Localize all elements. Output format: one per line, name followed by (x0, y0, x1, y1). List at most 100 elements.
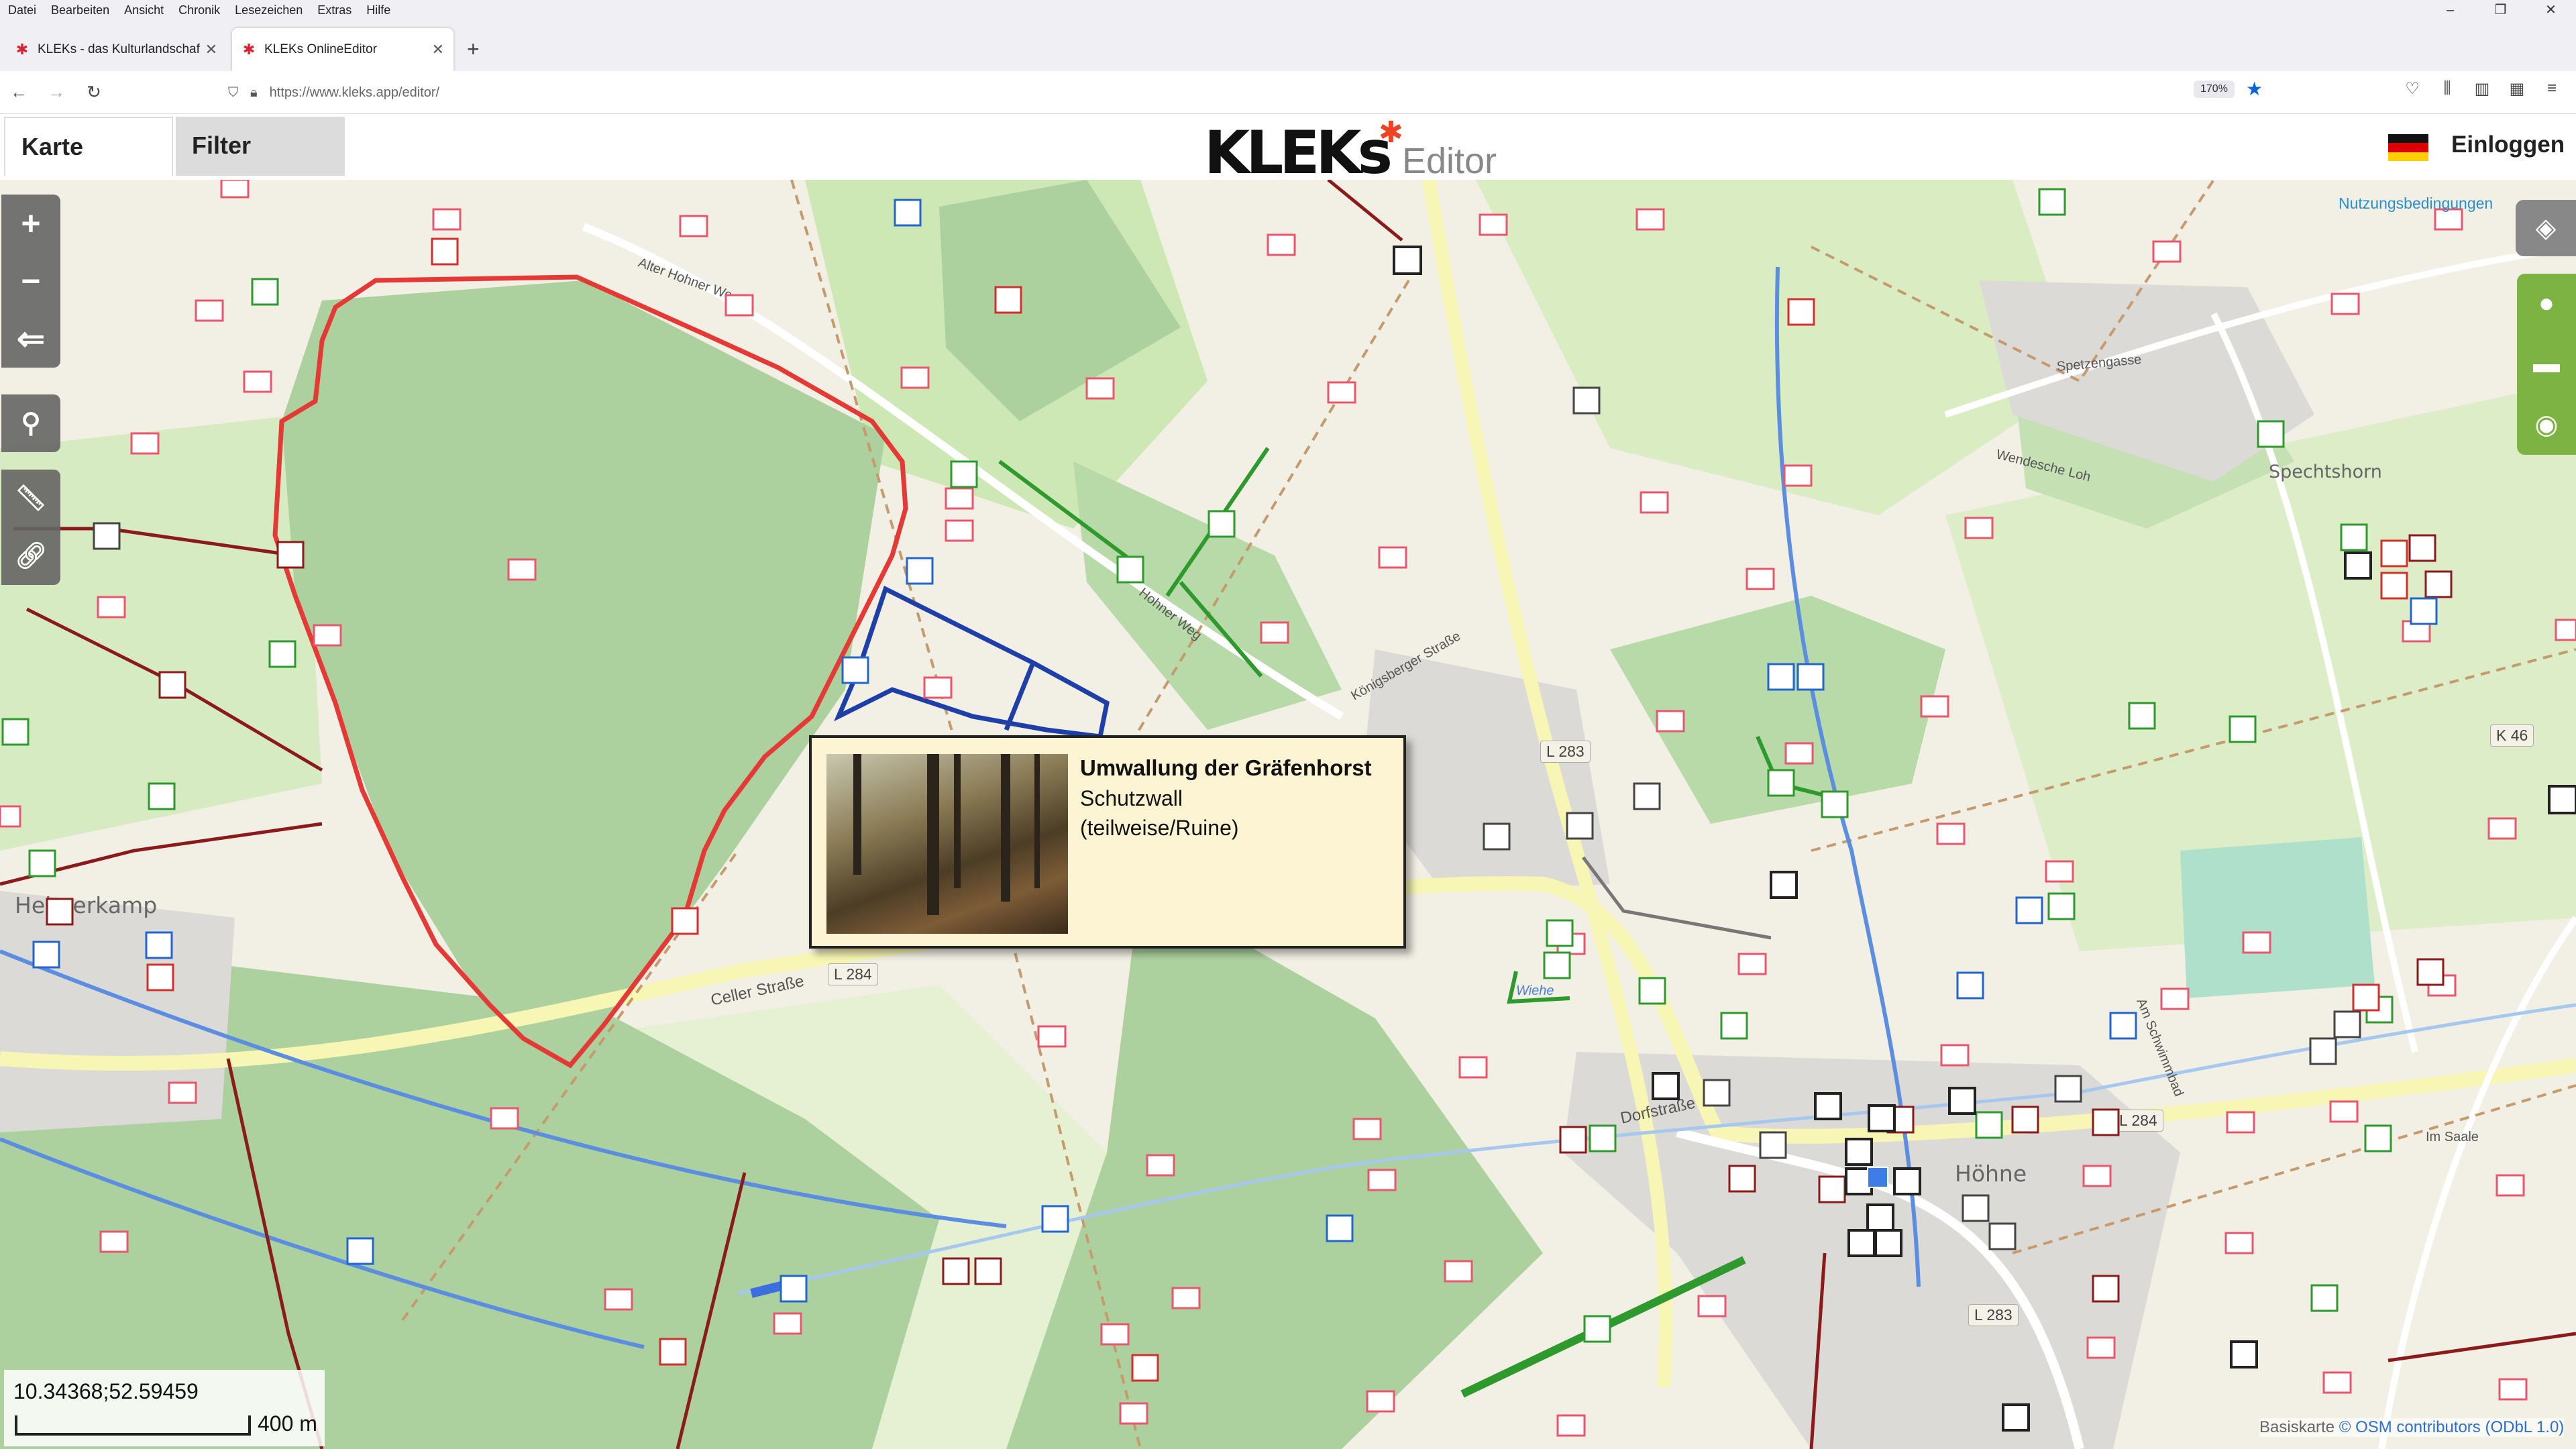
tree-marker (1583, 1315, 1611, 1343)
hamburger-menu-icon[interactable]: ≡ (2534, 79, 2569, 99)
shield-icon[interactable]: ⛉ (228, 85, 238, 101)
poi-marker (1640, 491, 1669, 514)
poi-marker (168, 1081, 197, 1104)
poi-marker (945, 487, 974, 510)
close-window-icon[interactable]: ✕ (2526, 0, 2576, 20)
extensions-icon[interactable]: ▦ (2500, 79, 2534, 99)
popup-title: Umwallung der Gräfenhorst (1080, 755, 1372, 780)
map-view[interactable]: Helmerkamp Höhne Spechtshorn L 284 L 283… (0, 180, 2576, 1449)
link-icon[interactable]: 🔗︎ (1, 527, 60, 585)
popup-condition: (teilweise/Ruine) (1080, 816, 1239, 840)
black-feature-marker (942, 1257, 970, 1285)
menu-hilfe[interactable]: Hilfe (366, 3, 390, 17)
reload-icon[interactable]: ↻ (75, 82, 113, 103)
water-marker (906, 557, 934, 585)
layers-icon[interactable]: ◈ (2516, 200, 2576, 256)
poi-marker (130, 432, 160, 455)
minimize-icon[interactable]: – (2425, 0, 2475, 20)
feature-popup[interactable]: Umwallung der Gräfenhorst Schutzwall (te… (809, 735, 1406, 949)
water-marker (32, 941, 60, 969)
search-icon[interactable]: ⚲ (1, 394, 60, 452)
poi-marker (243, 370, 272, 393)
black-feature-marker (1868, 1104, 1896, 1132)
popup-type: Schutzwall (1080, 786, 1183, 810)
menu-ansicht[interactable]: Ansicht (124, 3, 164, 17)
tree-marker (268, 640, 297, 668)
browser-tab-kulturlandschaft[interactable]: ✱ KLEKs - das Kulturlandschafts-W ✕ (5, 28, 227, 71)
library-icon[interactable]: ⫼ (2430, 79, 2465, 99)
poi-marker (1085, 377, 1115, 400)
back-icon[interactable]: ← (0, 82, 38, 103)
red-feature-marker (994, 286, 1022, 314)
restore-icon[interactable]: ❐ (2475, 0, 2526, 20)
kleks-logo: KLEKs ✱ Editor (1204, 116, 1497, 187)
ruler-icon[interactable]: 📏︎ (1, 470, 60, 527)
poi-marker (1635, 208, 1665, 231)
zoom-in-button[interactable]: + (1, 195, 60, 252)
point-marker-icon[interactable]: ● (2538, 288, 2555, 319)
tree-marker (1208, 510, 1236, 538)
menu-extras[interactable]: Extras (317, 3, 352, 17)
poi-marker (1366, 1390, 1395, 1413)
lock-icon[interactable]: 🔒︎ (250, 85, 258, 101)
url-bar[interactable]: ⛉ 🔒︎ https://www.kleks.app/editor/ (228, 78, 2281, 107)
osm-attribution-link[interactable]: © OSM contributors (ODbL 1.0) (2339, 1418, 2565, 1436)
menu-bearbeiten[interactable]: Bearbeiten (51, 3, 109, 17)
browser-tab-editor[interactable]: ✱ KLEKs OnlineEditor ✕ (232, 28, 453, 71)
red-feature-marker (2092, 1108, 2120, 1136)
zoom-out-button[interactable]: − (1, 252, 60, 310)
water-marker (2109, 1012, 2137, 1040)
feature-photo[interactable] (826, 754, 1068, 934)
red-feature-marker (2092, 1275, 2120, 1303)
poi-marker (1171, 1287, 1201, 1309)
poi-marker (220, 180, 250, 199)
poi-marker (0, 805, 21, 828)
back-arrow-button[interactable]: ⇐ (1, 310, 60, 368)
tree-marker (1546, 919, 1574, 947)
tree-marker (1767, 769, 1795, 797)
map-zoom-controls: + − ⇐ (1, 195, 60, 368)
menu-lesezeichen[interactable]: Lesezeichen (235, 3, 303, 17)
tab-karte[interactable]: Karte (4, 117, 173, 176)
red-feature-marker (2380, 539, 2408, 568)
forward-icon[interactable]: → (38, 82, 75, 103)
black-feature-marker (1393, 246, 1422, 275)
sidebar-icon[interactable]: ▥ (2465, 79, 2500, 99)
german-flag-icon[interactable] (2388, 134, 2428, 161)
black-feature-marker (974, 1257, 1002, 1285)
menu-chronik[interactable]: Chronik (178, 3, 220, 17)
menu-datei[interactable]: Datei (8, 3, 36, 17)
tree-marker (2038, 188, 2066, 216)
kleks-favicon-icon: ✱ (242, 41, 256, 58)
water-marker (841, 656, 869, 684)
tab-close-icon[interactable]: ✕ (432, 41, 444, 58)
line-tool-icon[interactable]: ▬ (2533, 349, 2560, 379)
red-feature-marker (659, 1338, 687, 1366)
black-feature-marker (1988, 1222, 2017, 1250)
water-marker (894, 199, 922, 227)
tree-marker (2340, 523, 2368, 551)
poi-marker (1367, 1169, 1397, 1191)
bookmark-star-icon[interactable]: ★ (2246, 78, 2263, 100)
tab-close-icon[interactable]: ✕ (205, 41, 217, 58)
tree-marker (2047, 892, 2076, 920)
camera-icon[interactable]: ◉ (2535, 409, 2559, 440)
tree-marker (148, 782, 176, 810)
terms-link[interactable]: Nutzungsbedingungen (2339, 195, 2493, 213)
login-button[interactable]: Einloggen (2451, 131, 2565, 158)
photo-tree-trunk (853, 754, 861, 875)
tab-filter[interactable]: Filter (176, 117, 345, 176)
poi-marker (99, 1230, 129, 1253)
new-tab-icon[interactable]: + (467, 37, 480, 62)
poi-marker (2086, 1336, 2116, 1359)
tree-marker (2310, 1284, 2339, 1312)
poi-marker (507, 558, 537, 581)
poi-marker (2045, 860, 2074, 883)
zoom-level-badge[interactable]: 170% (2194, 80, 2235, 98)
pocket-icon[interactable]: ♡ (2395, 79, 2430, 99)
black-feature-marker (93, 522, 121, 550)
toolbar-icons: ♡ ⫼ ▥ ▦ ≡ (2395, 79, 2569, 99)
coordinate-scale-box: 10.34368;52.59459 400 m (4, 1370, 325, 1446)
poi-marker (2330, 292, 2360, 315)
scale-label: 400 m (258, 1411, 317, 1436)
